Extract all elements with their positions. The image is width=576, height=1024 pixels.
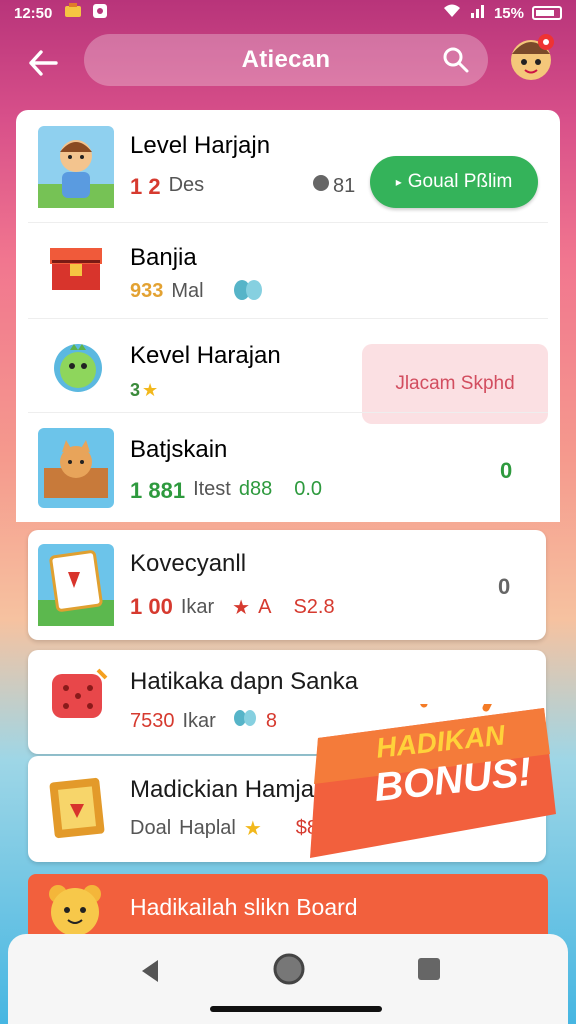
item-unit: Itest (193, 478, 231, 500)
search-icon[interactable] (442, 46, 470, 74)
item-title: Banjia (130, 244, 197, 271)
item-count: 3 (130, 380, 141, 400)
status-bar: 12:50 15% (0, 0, 576, 26)
dragon-icon (50, 340, 106, 396)
item-meta: 7530 Ikar 8 (130, 708, 277, 734)
wifi-icon (442, 3, 462, 23)
bear-icon (44, 880, 106, 940)
arrow-left-icon (29, 50, 58, 76)
item-side-value[interactable]: 0 (500, 458, 512, 484)
app-notification-icon (92, 3, 108, 23)
item-meta: 1 881 Itest d88 0.0 (130, 478, 322, 504)
goal-button-label: Goual Pßlim (407, 171, 513, 192)
item-side-value[interactable]: 0 (498, 574, 510, 600)
item-title: Batjskain (130, 436, 228, 463)
item-count: 933 (130, 280, 164, 302)
item-extra: 81 (312, 174, 355, 198)
item-extra: 8 (265, 709, 277, 732)
item-extra: A (258, 595, 272, 618)
framed-picture-icon (46, 774, 110, 840)
item-count: 7530 (130, 709, 175, 732)
list-item[interactable]: Banjia 933 Mal Jlacam Skphd (16, 224, 560, 424)
dice-icon (46, 666, 110, 726)
star-icon: ★ (232, 596, 251, 619)
gem-icon (232, 278, 264, 307)
star-icon: ★ (142, 380, 159, 400)
item-extra: d88 (238, 478, 273, 500)
cat-thumbnail-icon (38, 428, 114, 508)
nav-home-icon[interactable] (272, 952, 306, 986)
boy-thumbnail-icon (38, 126, 114, 208)
promo-banner[interactable]: Hadikailah slikn Board (28, 874, 548, 940)
item-unit: Des (168, 174, 205, 196)
chest-icon (46, 238, 106, 298)
item-meta: 933 Mal (130, 280, 204, 303)
item-title: Hatikaka dapn Sanka (130, 668, 359, 695)
item-title: Kevel Harajan (130, 342, 281, 369)
notification-icon (64, 3, 82, 23)
item-meta: 3 ★ (130, 380, 158, 401)
item-meta: 1 00 Ikar ★ A S2.8 (130, 594, 335, 620)
item-count: 1 00 (130, 594, 173, 619)
app-header: Atiecan (0, 26, 576, 100)
star-icon: ★ (243, 818, 262, 840)
item-unit: Haplal (179, 817, 236, 839)
item-unit: Mal (171, 280, 204, 302)
back-button[interactable] (14, 33, 72, 93)
item-extra-value: 81 (333, 174, 356, 197)
item-count: Doal (130, 817, 172, 839)
item-count: 1 2 (130, 174, 161, 199)
coin-icon (312, 174, 330, 198)
list-item[interactable]: Level Harjajn 1 2 Des 81 ▸ Goual Pßlim (16, 110, 560, 220)
item-value: 0.0 (294, 478, 323, 500)
status-time: 12:50 (14, 4, 53, 22)
item-value: S2.8 (293, 595, 335, 618)
item-title: Madickian Hamjan (130, 776, 328, 803)
divider (28, 222, 548, 223)
list-card[interactable]: Kovecyanll 1 00 Ikar ★ A S2.8 0 (28, 530, 546, 640)
goal-button[interactable]: ▸ Goual Pßlim (370, 156, 538, 208)
item-title: Level Harjajn (130, 132, 271, 159)
item-unit: Ikar (180, 595, 215, 618)
banner-text: Hadikailah slikn Board (130, 894, 358, 920)
item-count: 1 881 (130, 478, 186, 503)
signal-icon (470, 3, 486, 23)
gesture-bar[interactable] (210, 1006, 382, 1012)
nav-recent-icon[interactable] (416, 956, 442, 982)
divider (28, 318, 548, 319)
list-item[interactable]: Kevel Harajan 3 ★ (16, 320, 560, 420)
list-item[interactable]: Batjskain 1 881 Itest d88 0.0 0 (16, 414, 560, 524)
system-nav-bar (8, 934, 568, 1024)
search-bar[interactable]: Atiecan (84, 34, 488, 86)
battery-icon (532, 6, 562, 20)
page-title: Atiecan (241, 46, 331, 73)
item-unit: Ikar (182, 709, 216, 732)
item-meta: 1 2 Des (130, 174, 204, 200)
arrow-right-icon: ▸ (395, 175, 402, 189)
divider (28, 412, 548, 413)
avatar[interactable] (506, 32, 556, 86)
item-title: Kovecyanll (130, 550, 247, 577)
nav-back-icon[interactable] (136, 956, 166, 986)
playing-card-thumbnail-icon (38, 544, 114, 626)
gem-icon (232, 708, 258, 734)
bonus-badge[interactable]: HADIKAN BONUS! (300, 674, 562, 864)
battery-percent: 15% (493, 4, 524, 22)
